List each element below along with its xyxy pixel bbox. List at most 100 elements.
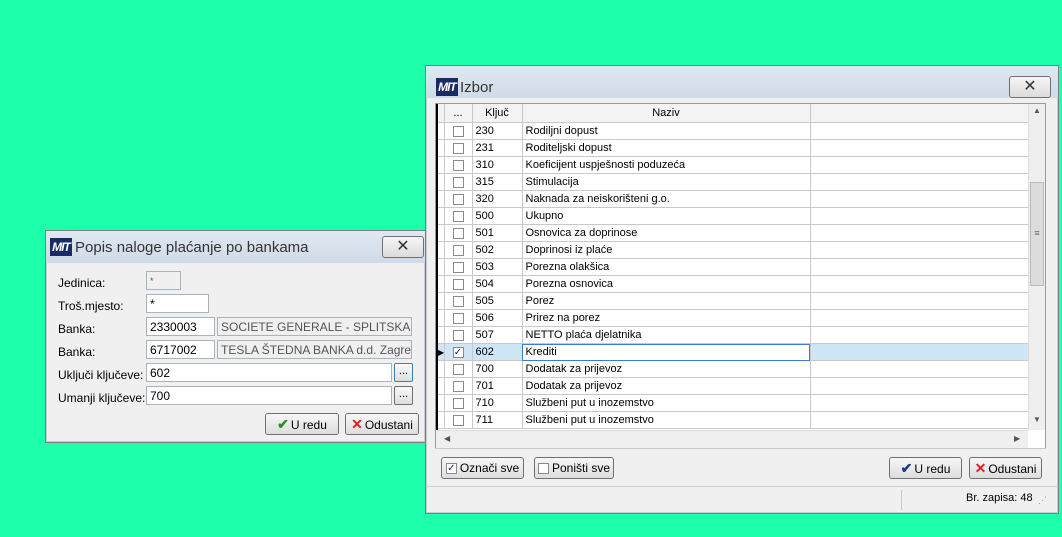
izbor-close-button[interactable]: ✕ (1009, 76, 1051, 98)
row-empty-cell (810, 122, 1028, 140)
vertical-scrollbar[interactable]: ▲ ≡ ▼ (1028, 104, 1045, 430)
umanji-field[interactable]: 700 (146, 386, 392, 405)
izbor-ok-button[interactable]: ✔ U redu (889, 457, 962, 479)
resize-grip-icon[interactable]: ⋰ (1038, 495, 1047, 506)
table-row[interactable]: 507 NETTO plaća djelatnika (438, 326, 1028, 344)
row-checkbox-cell[interactable] (444, 122, 473, 140)
row-checkbox-cell[interactable] (444, 394, 473, 412)
column-header-check[interactable]: ... (444, 104, 473, 123)
izbor-grid: ... Ključ Naziv 230 Rodiljni dopust 231 Rod… (435, 103, 1046, 449)
scroll-thumb[interactable]: ≡ (1030, 182, 1044, 286)
izbor-cancel-label: Odustani (988, 462, 1037, 476)
row-checkbox-cell[interactable] (444, 275, 473, 293)
table-row[interactable]: 701 Dodatak za prijevoz (438, 377, 1028, 395)
row-checkbox-cell[interactable]: ✓ (444, 343, 473, 361)
checkbox-empty-icon[interactable] (452, 159, 464, 171)
izbor-cancel-button[interactable]: ✕ Odustani (969, 457, 1042, 479)
checkbox-empty-icon[interactable] (452, 329, 464, 341)
checkbox-empty-icon[interactable] (452, 176, 464, 188)
checkbox-empty-icon[interactable] (452, 380, 464, 392)
checkbox-empty-icon[interactable] (452, 193, 464, 205)
table-row[interactable]: 700 Dodatak za prijevoz (438, 360, 1028, 378)
row-checkbox-cell[interactable] (444, 411, 473, 429)
table-row[interactable]: 710 Službeni put u inozemstvo (438, 394, 1028, 412)
table-row[interactable]: 320 Naknada za neiskorišteni g.o. (438, 190, 1028, 208)
row-checkbox-cell[interactable] (444, 139, 473, 157)
tros-mjesto-field[interactable]: * (146, 294, 209, 313)
table-row[interactable]: 503 Porezna olakšica (438, 258, 1028, 276)
ukljuci-browse-button[interactable]: ... (394, 363, 413, 382)
row-checkbox-cell[interactable] (444, 377, 473, 395)
popis-titlebar[interactable]: MIT Popis naloge plaćanje po bankama ✕ (46, 231, 425, 263)
row-checkbox-cell[interactable] (444, 326, 473, 344)
row-empty-cell (810, 343, 1028, 361)
row-checkbox-cell[interactable] (444, 360, 473, 378)
row-checkbox-cell[interactable] (444, 309, 473, 327)
table-row[interactable]: ▶ ✓ 602 Krediti (438, 343, 1028, 361)
checkbox-empty-icon[interactable] (452, 278, 464, 290)
checkmark-icon: ✔ (277, 416, 289, 432)
scroll-up-arrow-icon[interactable]: ▲ (1033, 106, 1041, 115)
row-checkbox-cell[interactable] (444, 190, 473, 208)
checkbox-checked-icon[interactable]: ✓ (452, 346, 464, 358)
table-row[interactable]: 504 Porezna osnovica (438, 275, 1028, 293)
scroll-right-arrow-icon[interactable]: ▶ (1014, 434, 1020, 443)
ukljuci-field[interactable]: 602 (146, 363, 392, 382)
checkbox-empty-icon[interactable] (452, 142, 464, 154)
row-checkbox-cell[interactable] (444, 156, 473, 174)
checkbox-empty-icon[interactable] (452, 227, 464, 239)
table-row[interactable]: 501 Osnovica za doprinose (438, 224, 1028, 242)
umanji-browse-button[interactable]: ... (394, 386, 413, 405)
checkbox-empty-icon[interactable] (452, 261, 464, 273)
banka1-code-field[interactable]: 2330003 (146, 317, 215, 336)
table-row[interactable]: 500 Ukupno (438, 207, 1028, 225)
scroll-down-arrow-icon[interactable]: ▼ (1033, 415, 1041, 424)
row-checkbox-cell[interactable] (444, 241, 473, 259)
row-name: Osnovica za doprinose (522, 224, 811, 242)
table-row[interactable]: 502 Doprinosi iz plaće (438, 241, 1028, 259)
checkbox-empty-icon[interactable] (452, 210, 464, 222)
cross-icon: ✕ (974, 460, 987, 476)
checkbox-empty-icon[interactable] (452, 125, 464, 137)
jedinica-field[interactable]: * (146, 271, 181, 290)
row-key: 711 (472, 411, 523, 429)
status-bar: Br. zapisa: 48 ⋰ (426, 486, 1058, 514)
select-all-button[interactable]: ✓ Označi sve (441, 457, 524, 479)
popis-cancel-button[interactable]: ✕ Odustani (345, 413, 419, 435)
horizontal-scrollbar[interactable]: ◀ ▶ (436, 430, 1028, 448)
table-row[interactable]: 505 Porez (438, 292, 1028, 310)
row-checkbox-cell[interactable] (444, 292, 473, 310)
row-empty-cell (810, 275, 1028, 293)
column-header-name[interactable]: Naziv (522, 104, 811, 123)
row-empty-cell (810, 292, 1028, 310)
table-row[interactable]: 310 Koeficijent uspješnosti poduzeća (438, 156, 1028, 174)
checkbox-checked-icon: ✓ (445, 463, 457, 475)
row-checkbox-cell[interactable] (444, 173, 473, 191)
table-row[interactable]: 711 Službeni put u inozemstvo (438, 411, 1028, 429)
row-checkbox-cell[interactable] (444, 258, 473, 276)
checkbox-empty-icon[interactable] (452, 397, 464, 409)
row-checkbox-cell[interactable] (444, 207, 473, 225)
izbor-titlebar[interactable]: MIT Izbor ✕ (426, 66, 1058, 98)
row-name: Ukupno (522, 207, 811, 225)
table-row[interactable]: 315 Stimulacija (438, 173, 1028, 191)
checkbox-empty-icon[interactable] (452, 312, 464, 324)
checkbox-empty-icon[interactable] (452, 244, 464, 256)
checkbox-empty-icon[interactable] (452, 363, 464, 375)
checkbox-empty-icon[interactable] (452, 414, 464, 426)
table-row[interactable]: 506 Prirez na porez (438, 309, 1028, 327)
table-row[interactable]: 231 Roditeljski dopust (438, 139, 1028, 157)
banka2-name-field: TESLA ŠTEDNA BANKA d.d. Zagreb (217, 340, 412, 359)
popis-ok-button[interactable]: ✔ U redu (265, 413, 339, 435)
row-name: Porezna olakšica (522, 258, 811, 276)
checkbox-empty-icon[interactable] (452, 295, 464, 307)
banka2-code-field[interactable]: 6717002 (146, 340, 215, 359)
popis-close-button[interactable]: ✕ (382, 236, 424, 258)
banka1-label: Banka: (58, 322, 96, 336)
jedinica-label: Jedinica: (58, 276, 106, 290)
table-row[interactable]: 230 Rodiljni dopust (438, 122, 1028, 140)
scroll-left-arrow-icon[interactable]: ◀ (444, 434, 450, 443)
column-header-key[interactable]: Ključ (472, 104, 523, 123)
row-checkbox-cell[interactable] (444, 224, 473, 242)
deselect-all-button[interactable]: Poništi sve (534, 457, 614, 479)
